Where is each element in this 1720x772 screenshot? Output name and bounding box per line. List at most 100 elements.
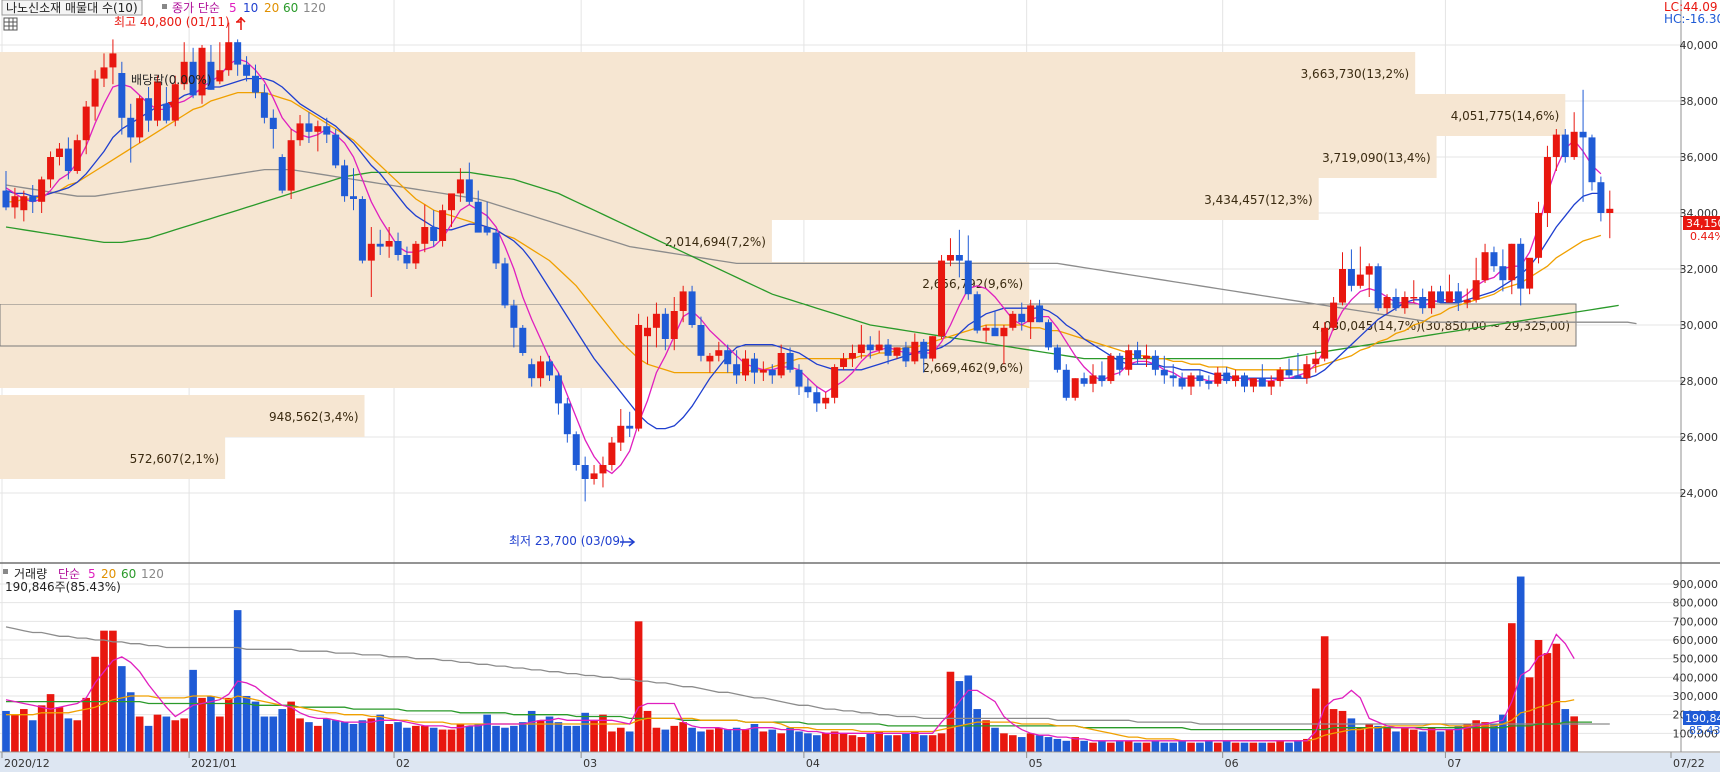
volume-bar — [11, 714, 19, 752]
candle-body — [1232, 375, 1240, 381]
legend-ma20: 20 — [264, 1, 279, 15]
candle-body — [1321, 327, 1329, 359]
volume-bar — [1427, 727, 1436, 752]
volume-bar — [180, 718, 188, 752]
date-tick-label: 05 — [1029, 757, 1043, 770]
candle-body — [332, 134, 340, 166]
volume-bar — [1507, 623, 1516, 752]
volume-tag-pct: 85.43% — [1689, 724, 1720, 737]
date-tick-label: 03 — [583, 757, 597, 770]
candle-body — [706, 355, 714, 362]
candle-body — [1454, 291, 1462, 303]
candle-body — [216, 70, 224, 82]
candle-body — [1089, 375, 1097, 384]
candle-body — [563, 403, 571, 435]
volume-bar — [1258, 742, 1267, 752]
candle-body — [1169, 375, 1177, 379]
grid-toggle-icon[interactable] — [3, 17, 18, 31]
volume-bar — [224, 697, 233, 752]
candle-body — [421, 227, 429, 244]
volume-profile-label: 2,669,462(9,6%) — [922, 361, 1023, 375]
volume-tick-label: 300,000 — [1673, 690, 1719, 703]
candle-body — [1517, 243, 1525, 289]
candle-body — [1285, 369, 1293, 376]
candle-body — [608, 442, 616, 465]
volume-bar — [1392, 731, 1400, 752]
volume-bar — [1356, 727, 1365, 752]
volume-bar — [46, 694, 55, 752]
volume-bar — [1445, 729, 1454, 752]
volume-bar — [688, 727, 696, 752]
candle-body — [1347, 269, 1355, 286]
volume-bar — [153, 714, 162, 752]
volume-bar — [82, 697, 90, 752]
candle-body — [733, 364, 741, 376]
volume-bar — [1481, 722, 1489, 752]
candle-body — [341, 165, 349, 197]
volume-bar — [955, 681, 964, 752]
volume-bar — [652, 727, 661, 752]
volume-bar — [331, 720, 340, 752]
volume-bar — [1249, 742, 1258, 752]
volume-bar — [109, 630, 117, 752]
volume-bar — [777, 733, 785, 752]
candle-body — [510, 305, 518, 328]
candle-body — [1508, 243, 1516, 281]
candle-body — [938, 260, 946, 337]
date-tick-label: 2021/01 — [191, 757, 237, 770]
candle-body — [991, 327, 999, 337]
volume-bar — [919, 735, 928, 752]
candle-body — [73, 140, 81, 171]
stock-chart[interactable]: 572,607(2,1%) 948,562(3,4%) 2,669,462(9,6%… — [0, 0, 1720, 772]
volume-legend-ma60: 60 — [121, 567, 136, 581]
high-label: 최고 40,800 (01/11) — [114, 15, 230, 29]
candle-body — [670, 311, 678, 339]
volume-bar — [349, 724, 358, 752]
volume-bar — [64, 718, 73, 752]
candle-body — [296, 123, 304, 141]
volume-bar — [1133, 742, 1142, 752]
volume-bar — [1383, 727, 1391, 752]
candle-body — [11, 196, 19, 208]
candle-body — [1374, 266, 1382, 309]
candle-body — [385, 241, 393, 247]
volume-bar — [162, 716, 171, 752]
candle-body — [20, 196, 28, 211]
volume-bar — [1240, 742, 1249, 752]
volume-bar — [928, 735, 937, 752]
candle-body — [367, 243, 375, 261]
candle-body — [528, 364, 536, 379]
volume-bar — [358, 720, 367, 752]
candle-body — [1579, 131, 1587, 138]
candle-body — [777, 353, 785, 376]
volume-bar — [1151, 740, 1160, 752]
candle-body — [1481, 252, 1489, 281]
volume-bar — [269, 716, 278, 752]
candle-body — [439, 210, 447, 241]
candle-body — [1419, 297, 1427, 309]
volume-bar — [786, 727, 794, 752]
volume-bar — [804, 733, 812, 752]
candle-body — [759, 369, 767, 373]
volume-bar — [893, 735, 901, 752]
volume-bar — [572, 725, 581, 752]
volume-bar — [741, 729, 750, 752]
volume-bar — [1213, 742, 1222, 752]
candle-body — [697, 325, 705, 356]
volume-bar — [759, 731, 768, 752]
volume-bar — [911, 731, 919, 752]
volume-bar — [884, 735, 892, 752]
candle-body — [1142, 355, 1150, 359]
volume-bar — [1267, 742, 1276, 752]
candle-body — [929, 336, 937, 359]
volume-bar — [848, 735, 857, 752]
volume-bar — [973, 709, 981, 752]
legend-ma60: 60 — [283, 1, 298, 15]
date-axis-band — [0, 753, 1720, 772]
volume-bar — [1418, 731, 1427, 752]
candle-body — [866, 344, 874, 351]
candle-body — [840, 358, 848, 367]
volume-bar — [875, 731, 883, 752]
volume-bar — [715, 727, 723, 752]
volume-bar — [260, 716, 269, 752]
